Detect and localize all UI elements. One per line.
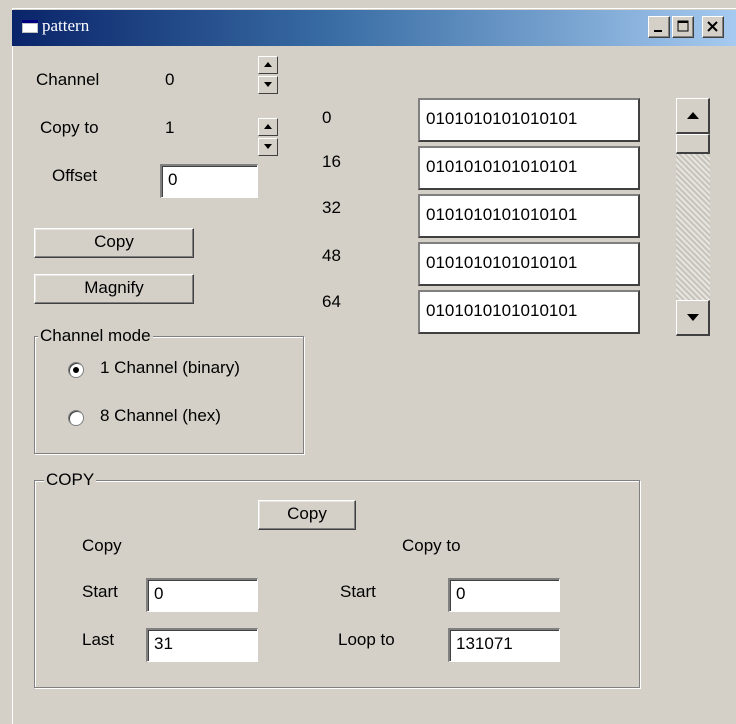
copy-start-input[interactable]: 0 <box>146 578 258 612</box>
row-index: 32 <box>322 198 341 217</box>
row-index: 48 <box>322 246 341 265</box>
channel-spin-down[interactable] <box>258 76 278 94</box>
copyto-value: 1 <box>165 118 175 137</box>
radio-selected-dot <box>73 367 79 373</box>
copyto-spin-up[interactable] <box>258 118 278 136</box>
offset-label: Offset <box>52 166 98 185</box>
copy-last-input[interactable]: 31 <box>146 628 258 662</box>
arrow-up-icon <box>264 62 272 67</box>
arrow-down-icon <box>264 82 272 87</box>
copy-range-button[interactable]: Copy <box>258 500 356 530</box>
pattern-field[interactable]: 0101010101010101 <box>418 146 640 190</box>
channel-label: Channel <box>36 70 100 89</box>
minimize-button[interactable] <box>648 16 670 38</box>
copyto-label: Copy to <box>40 118 99 137</box>
copy-to-title: Copy to <box>402 536 461 555</box>
arrow-up-icon <box>687 112 699 119</box>
to-start-label: Start <box>340 582 376 601</box>
close-button[interactable] <box>702 16 724 38</box>
row-index: 16 <box>322 152 341 171</box>
channel-mode-legend: Channel mode <box>38 326 153 346</box>
radio-binary[interactable] <box>68 362 84 378</box>
start-label: Start <box>82 582 118 601</box>
scroll-up-button[interactable] <box>676 98 710 134</box>
copyto-spin-down[interactable] <box>258 138 278 156</box>
radio-hex[interactable] <box>68 410 84 426</box>
copy-from-title: Copy <box>82 536 122 555</box>
loop-to-input[interactable]: 131071 <box>448 628 560 662</box>
arrow-up-icon <box>264 124 272 129</box>
loop-to-label: Loop to <box>338 630 395 649</box>
pattern-field[interactable]: 0101010101010101 <box>418 98 640 142</box>
last-label: Last <box>82 630 115 649</box>
close-icon <box>707 21 718 32</box>
radio-binary-label: 1 Channel (binary) <box>100 358 240 377</box>
offset-input[interactable]: 0 <box>160 164 258 198</box>
channel-spin-up[interactable] <box>258 56 278 74</box>
maximize-icon <box>677 20 689 32</box>
channel-value: 0 <box>165 70 175 89</box>
maximize-button[interactable] <box>672 16 694 38</box>
radio-hex-label: 8 Channel (hex) <box>100 406 221 425</box>
scroll-thumb[interactable] <box>676 134 710 154</box>
row-index: 0 <box>322 108 332 127</box>
minimize-icon <box>654 30 662 32</box>
title-bar[interactable] <box>12 10 736 46</box>
copyto-start-input[interactable]: 0 <box>448 578 560 612</box>
copy-group-legend: COPY <box>44 470 97 490</box>
scroll-down-button[interactable] <box>676 300 710 336</box>
arrow-down-icon <box>687 314 699 321</box>
copy-button[interactable]: Copy <box>34 228 194 258</box>
magnify-button[interactable]: Magnify <box>34 274 194 304</box>
row-index: 64 <box>322 292 341 311</box>
window-title: pattern <box>42 16 90 35</box>
pattern-field[interactable]: 0101010101010101 <box>418 242 640 286</box>
pattern-field[interactable]: 0101010101010101 <box>418 194 640 238</box>
pattern-field[interactable]: 0101010101010101 <box>418 290 640 334</box>
channel-mode-group <box>34 336 304 454</box>
app-icon <box>22 20 38 33</box>
arrow-down-icon <box>264 144 272 149</box>
